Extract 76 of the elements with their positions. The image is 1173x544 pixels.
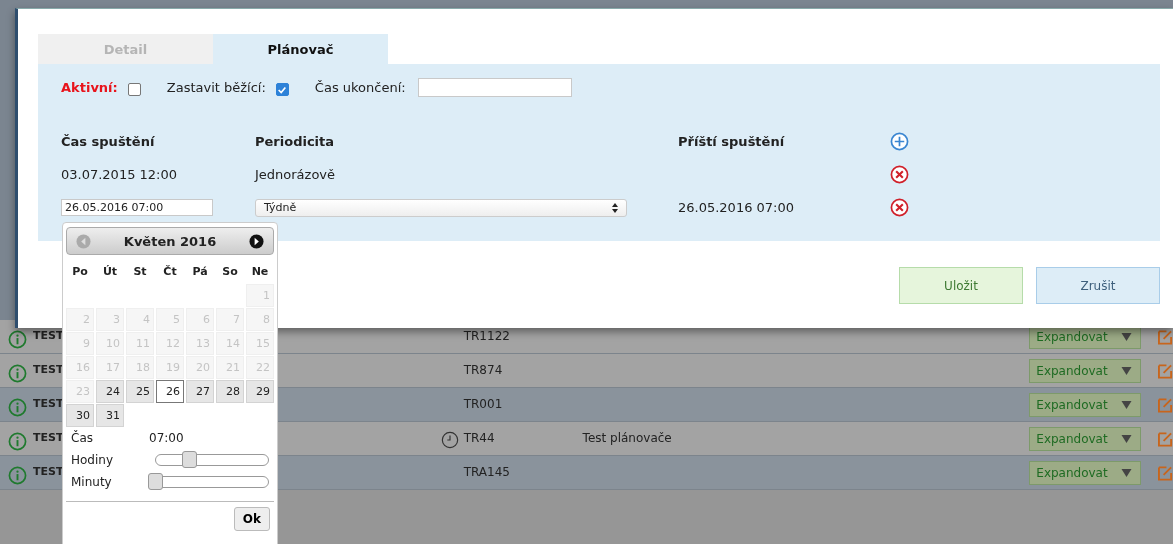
weekday-label: Pá [191,264,209,280]
tab[interactable]: Detail [38,34,213,64]
start-time-field[interactable]: 26.05.2016 07:00 [61,199,213,216]
info-icon[interactable] [8,466,27,485]
info-icon[interactable] [8,432,27,451]
info-icon[interactable] [8,330,27,349]
action-dropdown[interactable]: Expandovat [1029,393,1141,417]
calendar-day[interactable]: 27 [186,380,214,403]
next-icon[interactable] [249,233,264,249]
table-cell-text: TR874 [463,363,504,377]
calendar-day[interactable]: 26 [156,380,184,403]
column-header: Příští spuštění [678,134,786,149]
column-header: Periodicita [255,134,336,149]
caret-icon [1121,333,1132,341]
dialog-button[interactable]: Zrušit [1036,267,1160,304]
slider-label: Minuty [71,475,113,489]
remove-icon[interactable] [890,198,909,217]
clock-icon [441,431,460,449]
table-cell-text: TR44 [463,431,496,445]
start-time: 03.07.2015 12:00 [61,167,179,182]
active-label: Aktivní: [61,80,118,95]
table-cell: Test plánovače [582,431,672,445]
month-title: Květen 2016 [123,233,217,249]
weekday-label: So [221,264,239,280]
info-icon[interactable] [8,364,27,383]
action-dropdown[interactable]: Expandovat [1029,359,1141,383]
end-time-field[interactable] [417,78,572,97]
table-cell-text: TEST [33,397,65,410]
periodicity: Jednorázově [255,167,337,182]
calendar-day[interactable]: 28 [216,380,244,403]
table-cell-text: TRA145 [463,465,511,479]
calendar-day[interactable]: 29 [246,380,274,403]
weekday-label: Ne [250,264,270,280]
table-cell-text: TEST [33,465,65,478]
edit-icon[interactable] [1158,329,1173,345]
time-label: Čas [71,431,94,445]
edit-icon[interactable] [1158,465,1173,481]
updown-icon [612,202,618,213]
calendar-day[interactable]: 25 [126,380,154,403]
column-header: Čas spuštění [61,134,156,149]
caret-icon [1121,367,1132,375]
edit-icon[interactable] [1158,397,1173,413]
remove-icon[interactable] [890,165,909,184]
dialog-button[interactable]: Uložit [899,267,1023,304]
weekday-label: Čt [162,264,178,280]
tab[interactable]: Plánovač [213,34,388,64]
active-checkbox[interactable] [127,83,141,96]
calendar-day[interactable]: 31 [96,404,124,427]
ok-button[interactable]: Ok [233,507,270,531]
weekday-label: St [132,264,148,280]
end-time-label: Čas ukončení: [314,80,406,95]
stop-running-label: Zastavit běžící: [166,80,266,95]
edit-icon[interactable] [1158,363,1173,379]
table-cell-text: TEST [33,329,65,342]
table-cell-text: TR001 [463,397,504,411]
slider-handle[interactable] [148,473,163,490]
table-cell-text: TR1122 [463,329,511,343]
action-dropdown[interactable]: Expandovat [1029,461,1141,485]
caret-icon [1121,469,1132,477]
stop-running-checkbox[interactable] [275,83,289,96]
weekday-label: Út [101,264,119,280]
slider-handle[interactable] [181,451,197,468]
edit-icon[interactable] [1158,431,1173,447]
calendar-day[interactable]: 30 [66,404,94,427]
previous-icon[interactable] [76,233,91,249]
next-run: 26.05.2016 07:00 [678,200,795,215]
add-icon[interactable] [890,132,909,151]
weekday-label: Po [71,264,89,280]
action-dropdown[interactable]: Expandovat [1029,427,1141,451]
info-icon[interactable] [8,398,27,417]
caret-icon [1121,435,1132,443]
slider-label: Hodiny [71,453,115,467]
time-value: 07:00 [149,431,184,445]
calendar-day[interactable]: 24 [96,380,124,403]
caret-icon [1121,401,1132,409]
periodicity-select[interactable]: Týdně [255,198,627,217]
